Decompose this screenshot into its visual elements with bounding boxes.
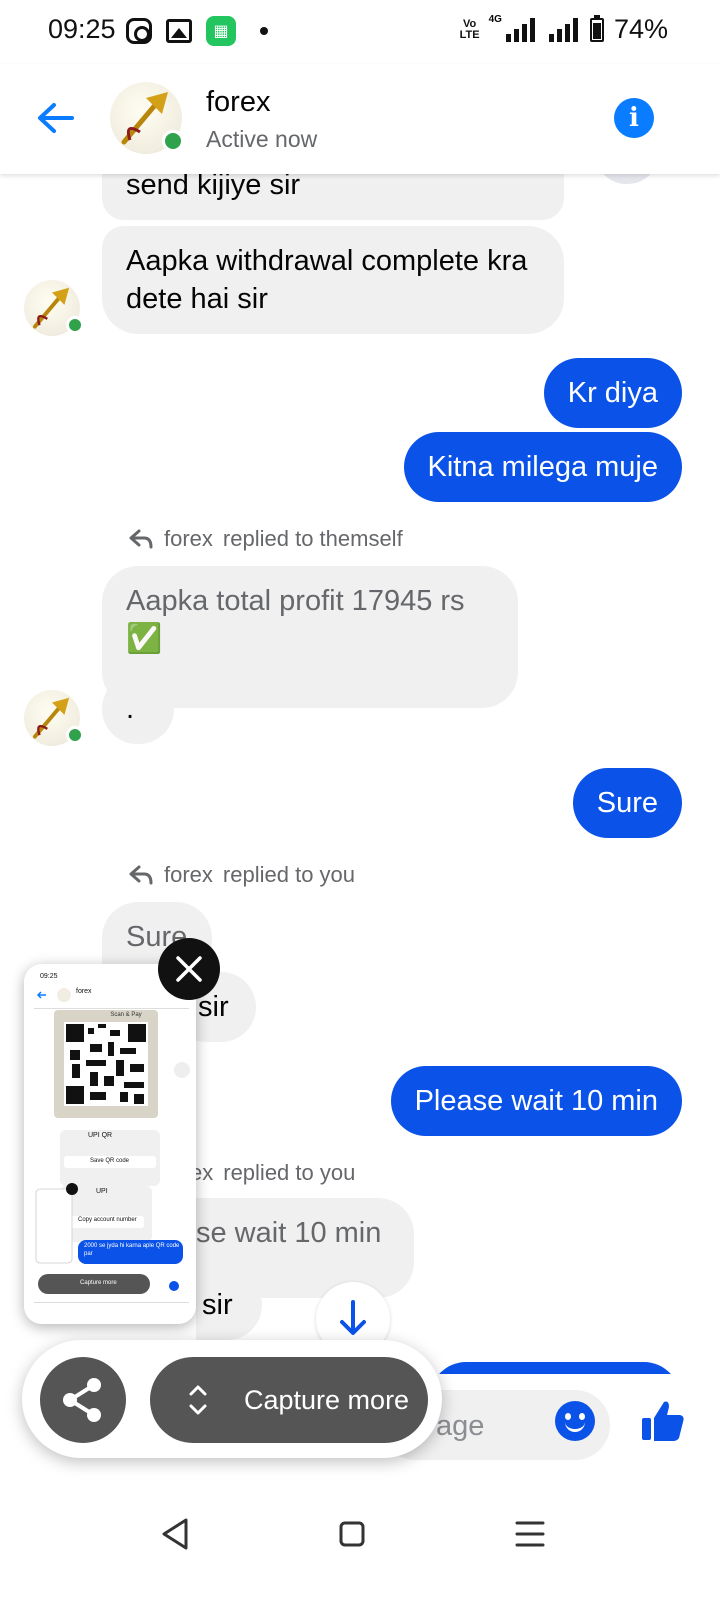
reply-text: replied to you bbox=[223, 1160, 356, 1185]
thumb-capture-more: Capture more bbox=[80, 1280, 117, 1286]
message-out[interactable]: Please wait 10 min bbox=[390, 1066, 682, 1136]
reply-indicator: ex replied to you bbox=[190, 1160, 355, 1186]
battery-icon bbox=[589, 14, 604, 42]
online-indicator bbox=[66, 316, 84, 334]
app-notification-icon: ▦ bbox=[206, 16, 236, 46]
system-navigation-bar bbox=[0, 1474, 720, 1600]
share-icon bbox=[63, 1378, 101, 1422]
expand-vertical-icon bbox=[189, 1385, 207, 1415]
screenshot-preview: 09:25 bbox=[24, 964, 196, 1324]
more-notifications-icon bbox=[260, 27, 268, 35]
screenshot-thumbnail[interactable]: 09:25 Scan & Pay forex UPI QR Save QR co… bbox=[24, 964, 196, 1324]
contact-name[interactable]: forex bbox=[206, 86, 270, 119]
menu-nav-icon[interactable] bbox=[510, 1514, 550, 1554]
home-nav-icon[interactable] bbox=[332, 1514, 372, 1554]
online-indicator bbox=[162, 130, 184, 152]
thumb-message: 2000 se jyda hi karna aple QR code par bbox=[84, 1243, 180, 1257]
message-in[interactable]: send kijiye sir bbox=[102, 174, 564, 220]
back-arrow-icon[interactable] bbox=[32, 94, 80, 142]
reply-indicator: forex replied to you bbox=[128, 862, 355, 888]
reply-sender: forex bbox=[164, 526, 213, 551]
thumb-upi: UPI bbox=[96, 1188, 108, 1195]
volte-icon: Vo LTE bbox=[459, 17, 480, 41]
emoji-icon[interactable] bbox=[555, 1401, 595, 1441]
reply-sender: forex bbox=[164, 862, 213, 887]
svg-text:09:25: 09:25 bbox=[40, 973, 58, 980]
gallery-icon bbox=[166, 19, 192, 43]
thumbs-up-icon[interactable] bbox=[640, 1398, 686, 1444]
notification-icons: ▦ bbox=[126, 16, 268, 46]
capture-more-label: Capture more bbox=[244, 1384, 410, 1415]
sender-avatar[interactable] bbox=[24, 280, 84, 336]
share-button[interactable] bbox=[40, 1357, 126, 1443]
message-out[interactable]: Kr diya bbox=[543, 358, 682, 428]
close-icon bbox=[176, 956, 202, 982]
message-out[interactable]: Kitna milega muje bbox=[403, 432, 682, 502]
close-thumbnail-button[interactable] bbox=[158, 938, 220, 1000]
thumb-title: Scan & Pay bbox=[110, 1012, 142, 1018]
status-time: 09:25 bbox=[48, 14, 116, 44]
reaction-bubble bbox=[596, 174, 658, 184]
network-type: 4G bbox=[488, 14, 502, 25]
conversation-header: forex Active now i bbox=[0, 64, 720, 174]
signal-icon bbox=[505, 17, 535, 42]
reply-icon bbox=[129, 865, 153, 885]
sender-avatar[interactable] bbox=[24, 690, 84, 746]
signal-icon-2 bbox=[548, 17, 578, 42]
thumb-copy-account: Copy account number bbox=[78, 1217, 137, 1223]
message-out-partial[interactable] bbox=[430, 1362, 680, 1374]
reply-indicator: forex replied to themself bbox=[128, 526, 403, 552]
thumb-save-qr: Save QR code bbox=[90, 1158, 130, 1164]
message-in[interactable]: sir bbox=[196, 1270, 262, 1340]
status-bar: 09:25 ▦ Vo LTE 4G 74% bbox=[0, 0, 720, 64]
contact-avatar[interactable] bbox=[110, 82, 184, 154]
online-indicator bbox=[66, 726, 84, 744]
message-in[interactable]: . bbox=[102, 674, 174, 744]
screenshot-toolbar: Capture more bbox=[22, 1340, 442, 1458]
message-input-placeholder: age bbox=[436, 1410, 485, 1442]
reply-text: replied to you bbox=[222, 862, 356, 887]
battery-percent: 74% bbox=[613, 14, 668, 44]
info-icon[interactable]: i bbox=[614, 98, 654, 138]
back-nav-icon[interactable] bbox=[156, 1514, 196, 1554]
contact-status: Active now bbox=[206, 126, 318, 152]
message-out[interactable]: Sure bbox=[572, 768, 682, 838]
instagram-icon bbox=[126, 18, 152, 44]
reply-icon bbox=[129, 529, 153, 549]
system-icons: Vo LTE 4G 74% bbox=[457, 14, 668, 45]
thumb-name: forex bbox=[76, 988, 92, 995]
thumb-upi-qr: UPI QR bbox=[88, 1132, 113, 1139]
reply-text: replied to themself bbox=[222, 526, 403, 551]
message-in[interactable]: Aapka withdrawal complete kra dete hai s… bbox=[102, 226, 564, 334]
capture-more-button[interactable]: Capture more bbox=[150, 1357, 428, 1443]
